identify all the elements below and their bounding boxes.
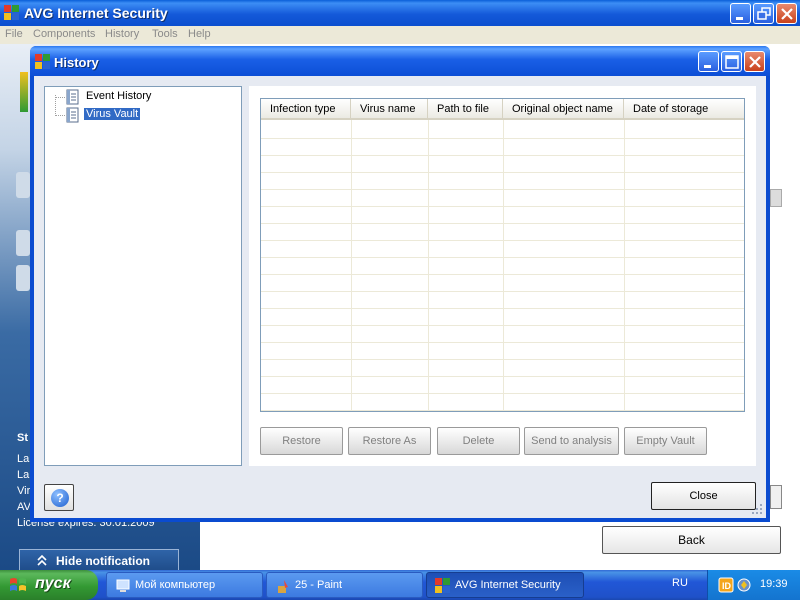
tree-connector <box>55 97 65 98</box>
tree-connector <box>55 95 56 116</box>
menu-file[interactable]: File <box>5 28 23 40</box>
computer-icon <box>115 578 131 594</box>
language-indicator[interactable]: RU <box>672 577 688 589</box>
windows-flag-icon <box>9 576 27 594</box>
status-line: Vir <box>17 485 31 497</box>
side-nav-button[interactable] <box>16 230 30 256</box>
column-header-virus-name[interactable]: Virus name <box>351 99 428 120</box>
help-button[interactable]: ? <box>44 484 74 511</box>
document-log-icon <box>65 89 80 105</box>
column-header-original-object-name[interactable]: Original object name <box>503 99 624 120</box>
back-button[interactable]: Back <box>602 526 781 554</box>
system-tray: ID 19:39 <box>707 570 800 600</box>
column-header-path-to-file[interactable]: Path to file <box>428 99 503 120</box>
table-column-divider <box>503 120 504 411</box>
table-row-gridline <box>261 189 744 190</box>
table-header: Infection type Virus name Path to file O… <box>261 99 744 120</box>
tree-item-label: Virus Vault <box>84 108 141 120</box>
table-row-gridline <box>261 325 744 326</box>
main-menubar: File Components History Tools Help <box>0 26 800 44</box>
dialog-minimize-button[interactable] <box>698 51 719 72</box>
history-dialog-title: History <box>54 55 99 70</box>
table-row-gridline <box>261 342 744 343</box>
table-row-gridline <box>261 291 744 292</box>
menu-tools[interactable]: Tools <box>152 28 178 40</box>
avg-logo-icon <box>35 54 51 70</box>
avg-logo-fragment <box>20 72 28 112</box>
main-minimize-button[interactable] <box>730 3 751 24</box>
taskbar: пуск Мой компьютер 25 - Paint AVG Intern… <box>0 570 800 600</box>
background-button-edge <box>770 485 782 509</box>
table-row-gridline <box>261 308 744 309</box>
menu-help[interactable]: Help <box>188 28 211 40</box>
dialog-close-button[interactable] <box>744 51 765 72</box>
table-row-gridline <box>261 359 744 360</box>
table-row-gridline <box>261 376 744 377</box>
start-label: пуск <box>35 575 71 592</box>
status-line: La <box>17 453 30 465</box>
restore-button[interactable]: Restore <box>260 427 343 455</box>
table-column-divider <box>428 120 429 411</box>
virus-vault-table[interactable]: Infection type Virus name Path to file O… <box>260 98 745 412</box>
table-row-gridline <box>261 257 744 258</box>
main-restore-button[interactable] <box>753 3 774 24</box>
history-dialog-body: Event History Virus Vault Infection type… <box>34 76 766 518</box>
help-question-icon: ? <box>51 489 69 507</box>
avg-tray-icon[interactable] <box>736 577 752 596</box>
taskbar-item-label: Мой компьютер <box>135 579 216 591</box>
svg-text:ID: ID <box>722 581 732 591</box>
side-nav-button[interactable] <box>16 265 30 291</box>
status-line: La <box>17 469 30 481</box>
tray-app-icon[interactable]: ID <box>718 577 734 596</box>
virus-vault-pane: Infection type Virus name Path to file O… <box>249 86 756 466</box>
clock: 19:39 <box>760 578 788 590</box>
side-nav-button[interactable] <box>16 172 30 198</box>
taskbar-item-label: 25 - Paint <box>295 579 343 591</box>
main-close-button[interactable] <box>776 3 797 24</box>
tree-connector <box>55 115 65 116</box>
taskbar-item-avg[interactable]: AVG Internet Security <box>426 572 584 598</box>
hide-notification-label: Hide notification <box>56 554 150 568</box>
column-header-date-of-storage[interactable]: Date of storage <box>624 99 744 120</box>
delete-button[interactable]: Delete <box>437 427 520 455</box>
empty-vault-button[interactable]: Empty Vault <box>624 427 707 455</box>
close-button[interactable]: Close <box>651 482 756 510</box>
taskbar-item-my-computer[interactable]: Мой компьютер <box>106 572 263 598</box>
table-row-gridline <box>261 393 744 394</box>
avg-logo-icon <box>435 578 451 594</box>
table-column-divider <box>351 120 352 411</box>
avg-logo-icon <box>4 5 20 21</box>
table-row-gridline <box>261 206 744 207</box>
status-heading: St <box>17 432 28 444</box>
table-row-gridline <box>261 410 744 411</box>
table-row-gridline <box>261 172 744 173</box>
resize-grip-icon[interactable] <box>751 503 763 515</box>
menu-components[interactable]: Components <box>33 28 95 40</box>
document-log-icon <box>65 107 80 123</box>
history-dialog: History Event History Virus Vault Infect… <box>30 46 770 522</box>
status-line: AV <box>17 501 31 513</box>
table-row-gridline <box>261 155 744 156</box>
double-chevron-up-icon <box>36 553 48 570</box>
table-row-gridline <box>261 274 744 275</box>
main-window-titlebar: AVG Internet Security <box>0 0 800 26</box>
send-to-analysis-button[interactable]: Send to analysis <box>524 427 619 455</box>
taskbar-item-paint[interactable]: 25 - Paint <box>266 572 423 598</box>
history-dialog-titlebar: History <box>30 46 770 76</box>
tree-item-label: Event History <box>86 90 152 102</box>
paint-icon <box>275 578 291 594</box>
background-panel-edge <box>770 189 782 207</box>
table-column-divider <box>624 120 625 411</box>
dialog-maximize-button[interactable] <box>721 51 742 72</box>
table-row-gridline <box>261 240 744 241</box>
table-row-gridline <box>261 223 744 224</box>
table-row-gridline <box>261 138 744 139</box>
history-tree-view: Event History Virus Vault <box>44 86 242 466</box>
restore-as-button[interactable]: Restore As <box>348 427 431 455</box>
main-window-title: AVG Internet Security <box>24 5 168 21</box>
start-button[interactable]: пуск <box>0 570 98 600</box>
menu-history[interactable]: History <box>105 28 139 40</box>
column-header-infection-type[interactable]: Infection type <box>261 99 351 120</box>
taskbar-item-label: AVG Internet Security <box>455 579 561 591</box>
